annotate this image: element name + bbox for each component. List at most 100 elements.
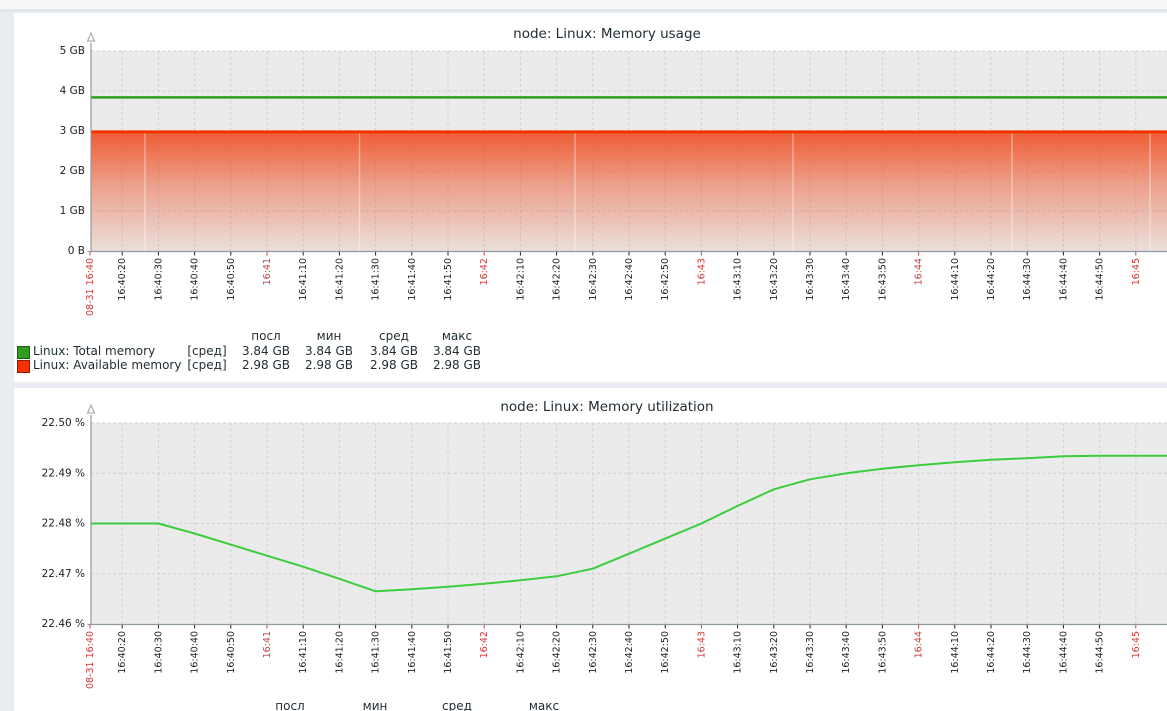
y-tick-label: 22.46 % bbox=[42, 618, 85, 630]
x-tick-label: 16:42:30 bbox=[588, 631, 599, 674]
x-tick-label: 16:40:40 bbox=[190, 258, 201, 301]
memory-usage-graph[interactable]: 5 GB 4 GB 3 GB 2 GB 1 GB 0 B08-31 16:40 16:40:… bbox=[0, 13, 1167, 382]
legend-col-min: мин bbox=[363, 700, 388, 711]
x-tick-label: 16:43:40 bbox=[841, 258, 852, 301]
x-tick-label: 16:44:30 bbox=[1022, 631, 1033, 674]
legend-value-avg: 2.98 GB bbox=[370, 359, 418, 372]
x-tick-label: 16:44:10 bbox=[950, 258, 961, 301]
x-tick-label: 16:41:50 bbox=[443, 631, 454, 674]
x-tick-label: 08-31 16:40 bbox=[85, 631, 96, 689]
x-tick-label: 16:44:10 bbox=[950, 631, 961, 674]
y-tick-label: 4 GB bbox=[60, 85, 85, 97]
x-tick-label: 16:42:40 bbox=[624, 258, 635, 301]
legend-value-last: 3.84 GB bbox=[242, 345, 290, 358]
x-tick-label: 16:40:50 bbox=[226, 258, 237, 301]
x-tick-label: 16:41:20 bbox=[334, 631, 345, 674]
legend-col-avg: сред bbox=[379, 330, 409, 343]
memory-utilization-title: node: Linux: Memory utilization bbox=[14, 399, 1167, 415]
x-tick-label: 16:43:20 bbox=[769, 631, 780, 674]
memory-usage-legend-header: посл мин сред макс bbox=[0, 330, 1167, 344]
legend-series-label: Linux: Available memory bbox=[33, 359, 181, 372]
x-tick-label: 16:42:30 bbox=[588, 258, 599, 301]
x-tick-label: 16:41:10 bbox=[298, 258, 309, 301]
y-tick-label: 2 GB bbox=[60, 165, 85, 177]
x-tick-label: 16:44:50 bbox=[1095, 258, 1106, 301]
zabbix-dashboard-page: 5 GB4 GB3 GB2 GB1 GB0 B08-31 16:4016:40:… bbox=[0, 0, 1167, 711]
x-tick-label: 16:44:40 bbox=[1058, 631, 1069, 674]
x-tick-label: 16:43:50 bbox=[877, 631, 888, 674]
legend-col-avg: сред bbox=[442, 700, 472, 711]
x-tick-label: 16:43 bbox=[696, 631, 707, 658]
x-tick-label: 16:44 bbox=[914, 631, 925, 658]
x-tick-label: 16:42:50 bbox=[660, 631, 671, 674]
available-memory-area bbox=[91, 132, 1167, 251]
memory-utilization-legend-header: посл мин сред макс bbox=[0, 700, 1167, 711]
x-tick-label: 16:42:40 bbox=[624, 631, 635, 674]
x-tick-label: 16:44 bbox=[914, 258, 925, 285]
page-top-border bbox=[0, 9, 1167, 12]
x-tick-label: 16:42:10 bbox=[515, 258, 526, 301]
x-tick-label: 08-31 16:40 bbox=[85, 258, 96, 316]
x-tick-label: 16:41:40 bbox=[407, 631, 418, 674]
x-tick-label: 16:45 bbox=[1131, 258, 1142, 285]
x-tick-label: 16:44:40 bbox=[1058, 258, 1069, 301]
legend-row-available-memory: Linux: Available memory [сред] 2.98 GB 2… bbox=[0, 359, 1167, 373]
x-tick-label: 16:41:30 bbox=[371, 631, 382, 674]
y-tick-label: 22.47 % bbox=[42, 568, 85, 580]
y-tick-label: 0 B bbox=[68, 245, 85, 257]
legend-col-max: макс bbox=[529, 700, 559, 711]
x-tick-label: 16:43:30 bbox=[805, 258, 816, 301]
legend-color-swatch bbox=[17, 360, 30, 373]
legend-aggregation: [сред] bbox=[187, 359, 226, 372]
memory-utilization-frame bbox=[91, 423, 1167, 624]
x-tick-label: 16:41:30 bbox=[371, 258, 382, 301]
x-tick-label: 16:44:20 bbox=[986, 631, 997, 674]
legend-value-min: 3.84 GB bbox=[305, 345, 353, 358]
x-tick-label: 16:40:20 bbox=[117, 258, 128, 301]
x-tick-label: 16:43:30 bbox=[805, 631, 816, 674]
browser-top-strip bbox=[0, 0, 1167, 9]
y-tick-label: 22.49 % bbox=[42, 467, 85, 479]
y-tick-label: 5 GB bbox=[60, 45, 85, 57]
x-tick-label: 16:41 bbox=[262, 258, 273, 285]
legend-aggregation: [сред] bbox=[187, 345, 226, 358]
x-tick-label: 16:41:40 bbox=[407, 258, 418, 301]
x-tick-label: 16:40:50 bbox=[226, 631, 237, 674]
x-tick-label: 16:41:20 bbox=[334, 258, 345, 301]
x-tick-label: 16:45 bbox=[1131, 631, 1142, 658]
x-tick-label: 16:42:20 bbox=[552, 631, 563, 674]
x-tick-label: 16:43:10 bbox=[733, 258, 744, 301]
legend-value-max: 3.84 GB bbox=[433, 345, 481, 358]
legend-row-total-memory: Linux: Total memory [сред] 3.84 GB 3.84 … bbox=[0, 345, 1167, 359]
x-tick-label: 16:42 bbox=[479, 258, 490, 285]
legend-color-swatch bbox=[17, 346, 30, 359]
legend-col-last: посл bbox=[275, 700, 304, 711]
x-tick-label: 16:41:10 bbox=[298, 631, 309, 674]
legend-col-max: макс bbox=[442, 330, 472, 343]
legend-value-min: 2.98 GB bbox=[305, 359, 353, 372]
x-tick-label: 16:44:50 bbox=[1095, 631, 1106, 674]
legend-series-label: Linux: Total memory bbox=[33, 345, 155, 358]
y-tick-label: 22.50 % bbox=[42, 417, 85, 429]
x-tick-label: 16:41 bbox=[262, 631, 273, 658]
legend-value-max: 2.98 GB bbox=[433, 359, 481, 372]
legend-col-last: посл bbox=[251, 330, 280, 343]
legend-col-min: мин bbox=[317, 330, 342, 343]
memory-usage-title: node: Linux: Memory usage bbox=[14, 26, 1167, 42]
legend-value-last: 2.98 GB bbox=[242, 359, 290, 372]
x-tick-label: 16:43 bbox=[696, 258, 707, 285]
x-tick-label: 16:44:20 bbox=[986, 258, 997, 301]
x-tick-label: 16:42:50 bbox=[660, 258, 671, 301]
y-tick-label: 1 GB bbox=[60, 205, 85, 217]
x-tick-label: 16:43:20 bbox=[769, 258, 780, 301]
x-tick-label: 16:40:40 bbox=[190, 631, 201, 674]
x-tick-label: 16:43:10 bbox=[733, 631, 744, 674]
x-tick-label: 16:43:40 bbox=[841, 631, 852, 674]
x-tick-label: 16:43:50 bbox=[877, 258, 888, 301]
y-tick-label: 3 GB bbox=[60, 125, 85, 137]
x-tick-label: 16:40:20 bbox=[117, 631, 128, 674]
x-tick-label: 16:44:30 bbox=[1022, 258, 1033, 301]
x-tick-label: 16:42 bbox=[479, 631, 490, 658]
x-tick-label: 16:42:20 bbox=[552, 258, 563, 301]
memory-utilization-graph[interactable]: 22.50 %22.49 %22.48 %22.47 %22.46 %08-31… bbox=[0, 388, 1167, 711]
